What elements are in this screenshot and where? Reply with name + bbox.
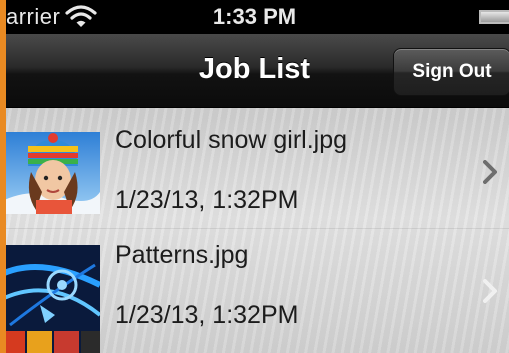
navigation-bar: Job List Sign Out [0, 34, 509, 108]
list-item[interactable]: Colorful snow girl.jpg 1/23/13, 1:32PM [0, 108, 509, 228]
job-name: Patterns.jpg [115, 241, 249, 269]
job-date: 1/23/13, 1:32PM [115, 301, 299, 329]
status-time: 1:33 PM [212, 4, 297, 29]
status-bar: arrier 1:33 PM [0, 0, 509, 34]
battery-icon [479, 10, 509, 24]
sign-out-button[interactable]: Sign Out [393, 48, 509, 96]
chevron-right-icon [483, 279, 497, 303]
list-item[interactable]: Patterns.jpg 1/23/13, 1:32PM [0, 228, 509, 353]
job-list: Colorful snow girl.jpg 1/23/13, 1:32PM P… [0, 108, 509, 353]
job-thumbnail [0, 245, 100, 353]
job-name: Colorful snow girl.jpg [115, 126, 348, 154]
device-frame-edge [0, 0, 6, 353]
job-date: 1/23/13, 1:32PM [115, 186, 299, 214]
girl-thumbnail-image [0, 132, 100, 214]
patterns-thumbnail-image [0, 245, 100, 353]
chevron-right-icon [483, 160, 497, 184]
job-thumbnail [0, 132, 100, 214]
app-screen: arrier 1:33 PM Job List Sign Out Colorfu… [0, 0, 509, 353]
